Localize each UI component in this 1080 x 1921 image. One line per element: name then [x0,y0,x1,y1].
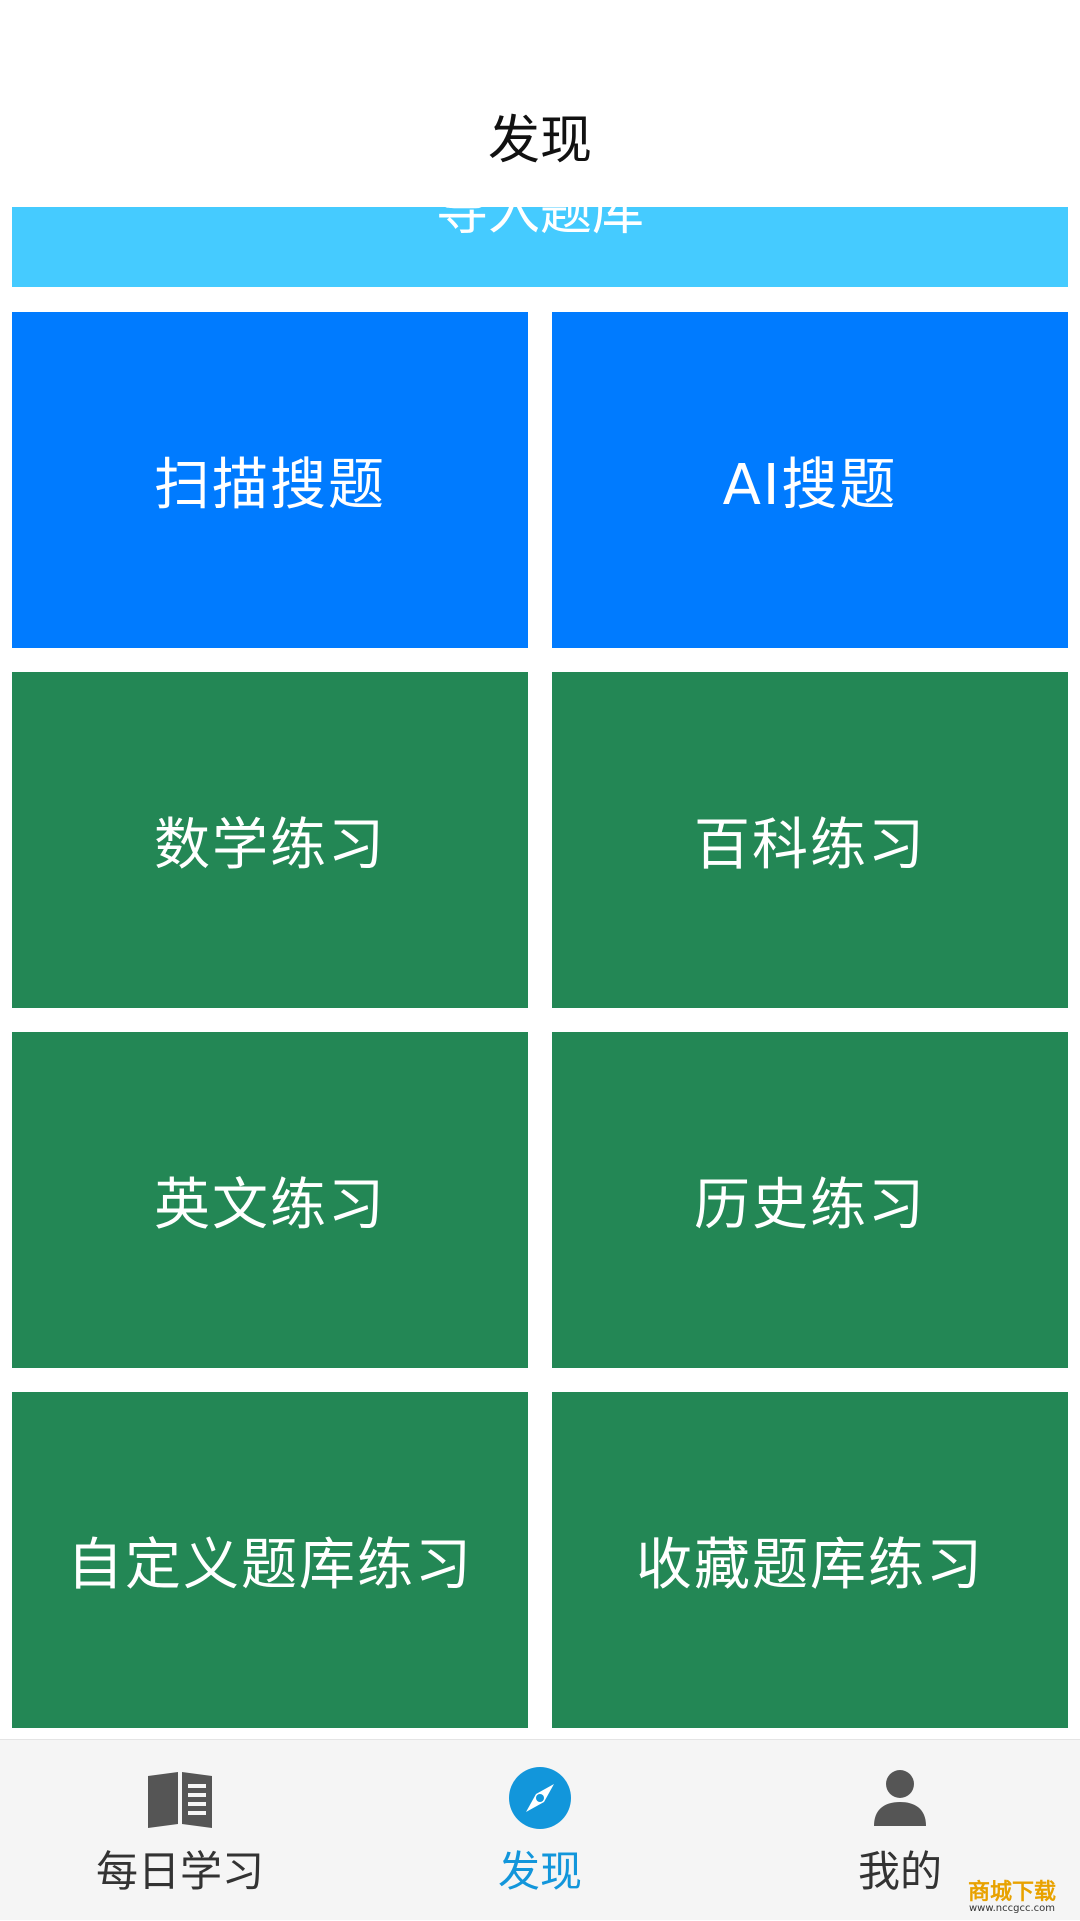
history-practice-tile[interactable]: 历史练习 [552,1032,1068,1368]
book-icon [148,1772,212,1828]
scan-search-tile[interactable]: 扫描搜题 [12,312,528,648]
compass-icon [509,1767,571,1829]
english-practice-tile[interactable]: 英文练习 [12,1032,528,1368]
page-title: 发现 [487,111,592,171]
discover-scroll-area[interactable]: 导入题库 扫描搜题 AI搜题 数学练习 百科练习 英文练习 历史练习 自定义题库… [0,207,1080,1739]
encyclopedia-practice-tile[interactable]: 百科练习 [552,672,1068,1008]
math-practice-tile[interactable]: 数学练习 [12,672,528,1008]
watermark-url: www.nccgcc.com [968,1903,1055,1914]
ai-search-tile[interactable]: AI搜题 [552,312,1068,648]
top-bar: 发现 [0,0,1080,207]
custom-bank-practice-tile[interactable]: 自定义题库练习 [12,1392,528,1728]
discover-page: 发现 导入题库 扫描搜题 AI搜题 数学练习 百科练习 英文练习 历史练习 自定… [0,0,1080,1920]
import-question-bank-banner[interactable]: 导入题库 [12,207,1068,287]
tab-label: 每日学习 [95,1847,264,1896]
person-icon [874,1770,926,1826]
favorites-bank-practice-tile[interactable]: 收藏题库练习 [552,1392,1068,1728]
tab-label: 发现 [497,1847,582,1896]
bottom-tab-bar: 每日学习 发现 我的 [0,1739,1080,1920]
watermark: 商城下载 www.nccgcc.com [952,1882,1072,1914]
tab-daily-study[interactable]: 每日学习 [0,1740,360,1921]
watermark-logo: 商城下载 [967,1880,1056,1905]
tab-discover[interactable]: 发现 [360,1740,720,1921]
